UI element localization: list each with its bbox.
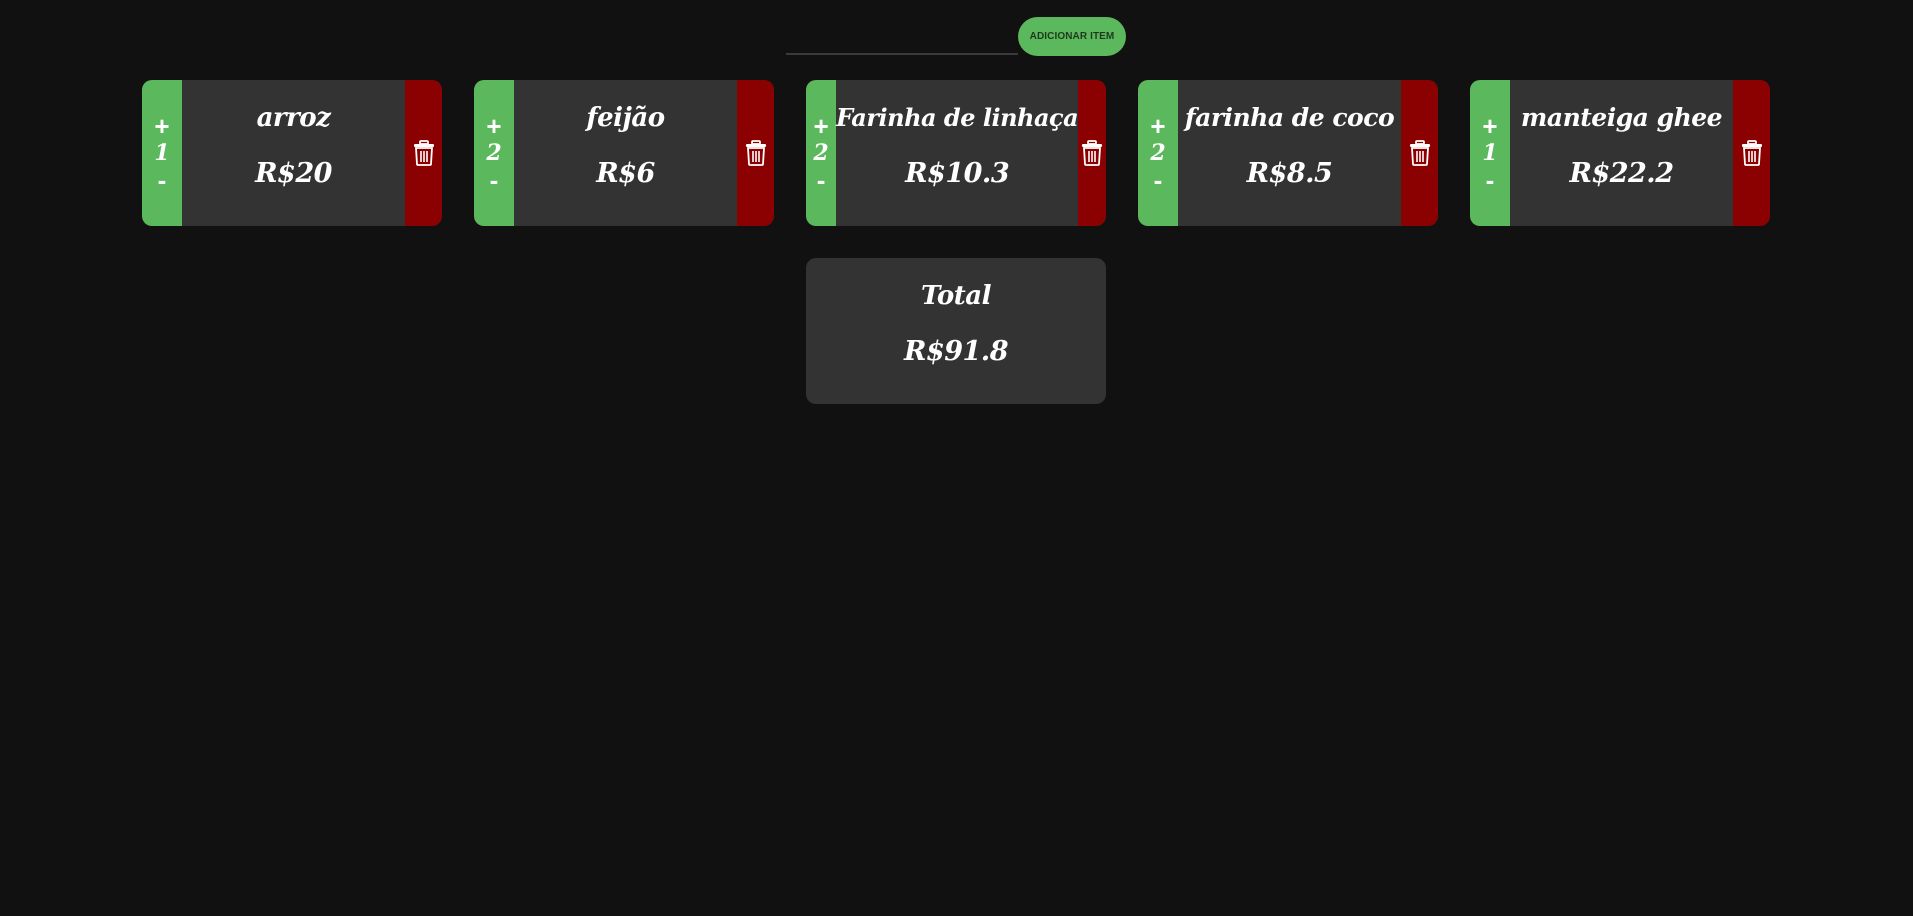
quantity-value: 1 [154,140,170,166]
quantity-stepper: + 1 - [1470,80,1510,226]
item-price: R$8.5 [1246,158,1333,189]
item-name: farinha de coco [1184,103,1395,132]
item-name: Farinha de linhaça [836,103,1079,132]
decrement-button[interactable]: - [158,167,167,193]
decrement-button[interactable]: - [1486,167,1495,193]
item-card: + 1 - manteiga ghee R$22.2 [1470,80,1770,226]
delete-button[interactable] [1078,80,1106,226]
item-info: manteiga ghee R$22.2 [1510,80,1733,226]
quantity-stepper: + 2 - [474,80,514,226]
delete-button[interactable] [737,80,774,226]
delete-button[interactable] [1733,80,1770,226]
quantity-stepper: + 2 - [1138,80,1178,226]
decrement-button[interactable]: - [817,167,826,193]
decrement-button[interactable]: - [490,167,499,193]
increment-button[interactable]: + [154,113,169,139]
decrement-button[interactable]: - [1154,167,1163,193]
quantity-stepper: + 2 - [806,80,837,226]
item-info: feijão R$6 [514,80,737,226]
quantity-stepper: + 1 - [142,80,182,226]
item-name: arroz [256,103,331,133]
delete-button[interactable] [1401,80,1438,226]
trash-icon [1082,140,1103,166]
shopping-list-page: ADICIONAR ITEM + 1 - arroz R$20 + 2 - fe… [0,0,1913,916]
trash-icon [1741,140,1762,166]
trash-icon [745,140,766,166]
total-value: R$91.8 [904,336,1009,367]
item-price: R$6 [596,158,655,189]
increment-button[interactable]: + [813,113,828,139]
trash-icon [1409,140,1430,166]
delete-button[interactable] [405,80,442,226]
add-item-form: ADICIONAR ITEM [786,17,1126,56]
quantity-value: 2 [1150,140,1166,166]
item-price: R$20 [255,158,332,189]
quantity-value: 1 [1482,140,1498,166]
quantity-value: 2 [486,140,502,166]
item-card: + 2 - feijão R$6 [474,80,774,226]
item-name: manteiga ghee [1520,103,1723,132]
item-info: Farinha de linhaça R$10.3 [836,80,1079,226]
item-name: feijão [586,103,665,133]
item-info: farinha de coco R$8.5 [1178,80,1401,226]
increment-button[interactable]: + [1482,113,1497,139]
item-input[interactable] [786,19,1018,55]
quantity-value: 2 [813,140,829,166]
item-list: + 1 - arroz R$20 + 2 - feijão R$6 + 2 - … [142,80,1770,226]
item-card: + 2 - farinha de coco R$8.5 [1138,80,1438,226]
item-info: arroz R$20 [182,80,405,226]
item-card: + 1 - arroz R$20 [142,80,442,226]
total-card: Total R$91.8 [806,258,1106,404]
total-label: Total [921,281,991,311]
add-item-button[interactable]: ADICIONAR ITEM [1018,17,1126,56]
item-price: R$10.3 [905,158,1010,189]
item-card: + 2 - Farinha de linhaça R$10.3 [806,80,1106,226]
item-price: R$22.2 [1569,158,1675,189]
increment-button[interactable]: + [486,113,501,139]
increment-button[interactable]: + [1150,113,1165,139]
trash-icon [413,140,434,166]
